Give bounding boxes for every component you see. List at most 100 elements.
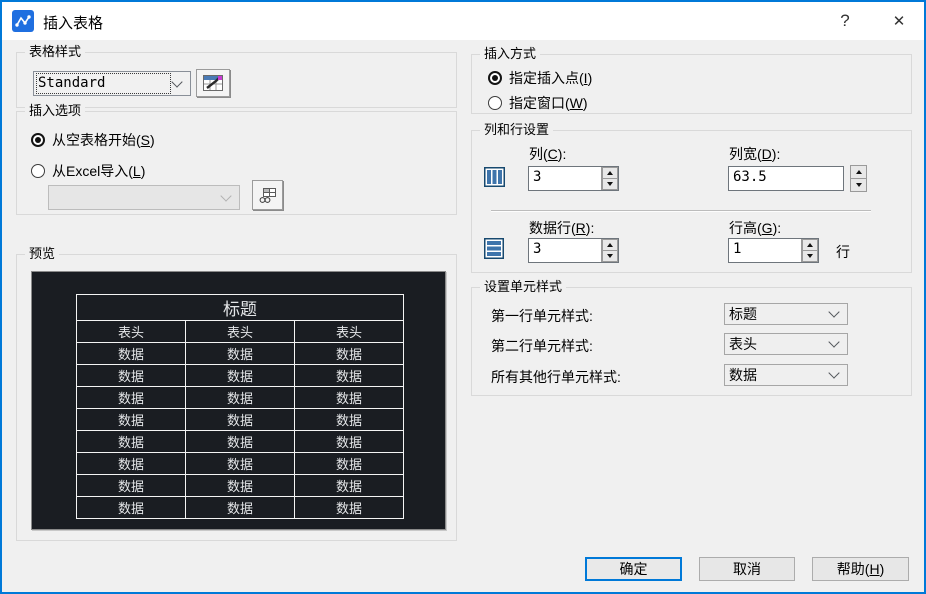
table-preview-panel: 标题 表头 表头 表头 数据 数据 数据 数据 数据 数据 数据 数据 数据 数据 数据 数据 数据 数据 数据 数据… [31, 271, 446, 530]
group-insert-options: 插入选项 从空表格开始(S) 从Excel导入(L) [16, 103, 457, 215]
group-preview: 预览 标题 表头 表头 表头 数据 数据 数据 数据 数据 数据 数据 数据 数据 数据 数据 数据 数据 数据数… [16, 246, 457, 541]
dialog-title: 插入表格 [43, 15, 104, 32]
row-height-spinner[interactable]: 1 [728, 238, 819, 263]
group-label: 列和行设置 [480, 122, 554, 138]
group-col-row-settings: 列和行设置 列(C): 列宽(D): 3 63.5 数据行(R): 行高(G): [471, 122, 912, 273]
columns-spinner[interactable]: 3 [528, 166, 619, 191]
preview-cell: 表头 [185, 320, 295, 343]
preview-cell: 数据 [185, 474, 295, 497]
first-row-style-label: 第一行单元样式: [491, 308, 593, 324]
row-height-value: 1 [733, 241, 742, 257]
divider [491, 210, 871, 212]
preview-cell: 数据 [185, 430, 295, 453]
preview-cell: 数据 [76, 474, 186, 497]
group-label: 表格样式 [25, 44, 86, 60]
preview-cell: 数据 [294, 342, 404, 365]
launch-table-style-dialog-button[interactable] [196, 69, 230, 97]
radio-specify-window[interactable]: 指定窗口(W) [488, 93, 588, 113]
preview-cell: 数据 [185, 408, 295, 431]
table-link-icon [259, 187, 276, 203]
preview-cell: 数据 [76, 342, 186, 365]
chevron-down-icon [828, 306, 840, 318]
close-icon[interactable]: ✕ [878, 2, 920, 40]
second-row-style-value: 表头 [729, 335, 757, 352]
radio-label: 从空表格开始(S) [52, 132, 155, 148]
titlebar: 插入表格 ? ✕ [2, 2, 924, 40]
table-brush-icon [203, 75, 223, 91]
chevron-down-icon [828, 367, 840, 379]
insert-table-dialog: 插入表格 ? ✕ 表格样式 Standard 插入选项 从空表格开始(S) 从E… [0, 0, 926, 594]
other-rows-style-combo[interactable]: 数据 [724, 364, 848, 386]
preview-cell: 表头 [76, 320, 186, 343]
excel-data-link-button[interactable] [252, 180, 283, 210]
data-rows-value: 3 [533, 241, 542, 257]
preview-cell: 数据 [185, 452, 295, 475]
group-table-style: 表格样式 Standard [16, 44, 457, 108]
col-width-value: 63.5 [733, 169, 767, 185]
preview-cell: 数据 [185, 342, 295, 365]
cancel-button[interactable]: 取消 [699, 557, 795, 581]
preview-cell: 数据 [76, 408, 186, 431]
chevron-down-icon [828, 336, 840, 348]
radio-unselected-icon [31, 164, 45, 178]
first-row-style-combo[interactable]: 标题 [724, 303, 848, 325]
preview-cell: 数据 [294, 408, 404, 431]
excel-sheet-combo [48, 185, 240, 210]
preview-cell: 数据 [185, 364, 295, 387]
preview-cell: 数据 [294, 364, 404, 387]
preview-cell: 数据 [76, 364, 186, 387]
radio-label: 指定窗口(W) [509, 95, 588, 111]
columns-value: 3 [533, 169, 542, 185]
col-width-spinner[interactable] [850, 165, 867, 192]
group-cell-styles: 设置单元样式 第一行单元样式: 标题 第二行单元样式: 表头 所有其他行单元样式… [471, 279, 912, 396]
row-height-unit: 行 [836, 244, 850, 260]
arrow-down-icon[interactable] [602, 179, 618, 190]
columns-icon [484, 167, 505, 187]
second-row-style-combo[interactable]: 表头 [724, 333, 848, 355]
radio-selected-icon [488, 71, 502, 85]
app-icon [12, 10, 34, 32]
preview-cell: 数据 [294, 430, 404, 453]
help-icon[interactable]: ? [824, 2, 866, 40]
preview-cell: 数据 [294, 496, 404, 519]
ok-button[interactable]: 确定 [585, 557, 682, 581]
preview-cell: 数据 [76, 386, 186, 409]
preview-cell: 表头 [294, 320, 404, 343]
table-style-combo[interactable]: Standard [33, 71, 191, 96]
second-row-style-label: 第二行单元样式: [491, 338, 593, 354]
preview-cell: 数据 [76, 430, 186, 453]
chevron-down-icon [171, 75, 183, 88]
arrow-up-icon[interactable] [802, 239, 818, 251]
col-width-input[interactable]: 63.5 [728, 166, 844, 191]
arrow-up-icon[interactable] [602, 167, 618, 179]
group-insert-behavior: 插入方式 指定插入点(I) 指定窗口(W) [471, 46, 912, 114]
preview-cell: 数据 [294, 386, 404, 409]
other-rows-style-label: 所有其他行单元样式: [491, 369, 621, 385]
preview-table: 标题 表头 表头 表头 数据 数据 数据 数据 数据 数据 数据 数据 数据 数据 数据 数据 数据 数据 数据 数据… [76, 294, 404, 519]
radio-unselected-icon [488, 96, 502, 110]
group-label: 设置单元样式 [480, 279, 567, 295]
preview-cell: 标题 [76, 294, 404, 321]
rows-icon [484, 238, 504, 259]
arrow-down-icon[interactable] [850, 179, 867, 192]
help-button[interactable]: 帮助(H) [812, 557, 909, 581]
arrow-up-icon[interactable] [602, 239, 618, 251]
arrow-up-icon[interactable] [850, 165, 867, 179]
other-rows-style-value: 数据 [729, 366, 757, 383]
group-label: 插入选项 [25, 103, 86, 119]
radio-start-empty-table[interactable]: 从空表格开始(S) [31, 130, 155, 150]
preview-cell: 数据 [185, 386, 295, 409]
group-label: 预览 [25, 246, 60, 262]
arrow-down-icon[interactable] [802, 251, 818, 262]
arrow-down-icon[interactable] [602, 251, 618, 262]
data-rows-spinner[interactable]: 3 [528, 238, 619, 263]
preview-cell: 数据 [294, 474, 404, 497]
group-label: 插入方式 [480, 46, 541, 62]
radio-selected-icon [31, 133, 45, 147]
radio-label: 指定插入点(I) [509, 70, 593, 86]
radio-specify-insertion-point[interactable]: 指定插入点(I) [488, 68, 592, 88]
data-rows-label: 数据行(R): [529, 220, 595, 236]
radio-import-from-excel[interactable]: 从Excel导入(L) [31, 161, 145, 181]
preview-cell: 数据 [76, 452, 186, 475]
radio-label: 从Excel导入(L) [52, 163, 146, 179]
